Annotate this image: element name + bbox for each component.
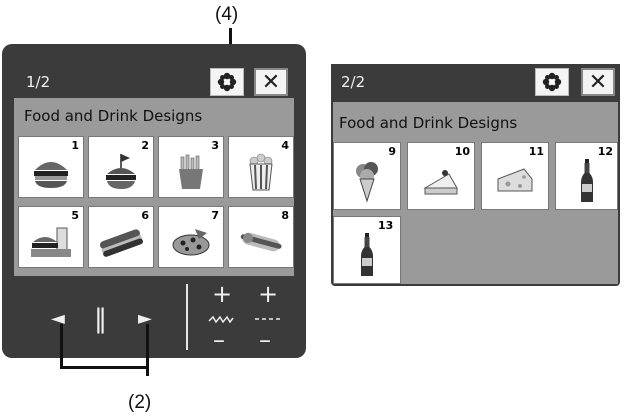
design-tile-4[interactable]: 4 <box>228 136 294 198</box>
pizza-icon <box>172 229 210 256</box>
design-tile-2[interactable]: 2 <box>88 136 154 198</box>
design-tile-7[interactable]: 7 <box>158 206 224 268</box>
dashed-stitch-icon <box>255 318 283 320</box>
design-tile-3[interactable]: 3 <box>158 136 224 198</box>
sub-sandwich-icon <box>99 229 143 257</box>
design-tile-1[interactable]: 1 <box>18 136 84 198</box>
pause-button[interactable]: ‖ <box>94 304 107 334</box>
close-button[interactable]: ✕ <box>254 68 288 96</box>
callout-leader-2-left <box>60 324 63 368</box>
flower-icon <box>217 72 237 92</box>
zigzag-stitch-icon <box>208 315 234 324</box>
title-bar: 2/2 ✕ <box>331 64 620 98</box>
callout-leader-2-right <box>146 324 149 368</box>
callout-leader-2-stem <box>146 366 149 376</box>
close-icon: ✕ <box>261 69 281 95</box>
design-tile-10[interactable]: 10 <box>407 142 475 210</box>
burger-flag-icon <box>106 154 136 189</box>
cake-slice-icon <box>423 170 458 195</box>
design-tile-9[interactable]: 9 <box>333 142 401 210</box>
bottle-icon <box>580 159 593 202</box>
category-title: Food and Drink Designs <box>339 114 518 132</box>
popcorn-icon <box>249 153 273 191</box>
callout-leader-2-base <box>60 366 149 369</box>
category-title: Food and Drink Designs <box>24 107 203 125</box>
design-tile-8[interactable]: 8 <box>228 206 294 268</box>
settings-button[interactable] <box>535 68 569 96</box>
callout-label-2: (2) <box>128 392 152 413</box>
settings-button[interactable] <box>210 68 244 96</box>
stitch-density-increase-button[interactable]: + <box>258 280 278 308</box>
bottle-icon <box>361 233 373 276</box>
hamburger-icon <box>34 162 68 188</box>
design-area: Food and Drink Designs 9 10 11 12 13 <box>333 102 618 284</box>
stitch-length-increase-button[interactable]: + <box>212 280 232 308</box>
stitch-density-decrease-button[interactable]: – <box>259 326 271 354</box>
callout-label-4: (4) <box>215 4 239 25</box>
controls-divider <box>186 284 188 350</box>
embroidery-panel-page-2: 2/2 ✕ Food and Drink Designs 9 10 11 12 … <box>331 64 620 286</box>
flower-icon <box>542 72 562 92</box>
design-area: Food and Drink Designs 1 2 3 4 5 6 7 8 <box>14 98 294 276</box>
fries-icon <box>179 154 203 189</box>
stitch-length-decrease-button[interactable]: – <box>213 326 225 354</box>
design-tile-12[interactable]: 12 <box>555 142 618 210</box>
title-bar: 1/2 ✕ <box>14 64 294 98</box>
hotdog-icon <box>240 232 282 252</box>
page-indicator: 1/2 <box>26 73 51 91</box>
close-button[interactable]: ✕ <box>581 68 615 96</box>
design-tile-11[interactable]: 11 <box>481 142 549 210</box>
next-button[interactable]: ► <box>138 308 152 329</box>
combo-meal-icon <box>31 227 71 257</box>
close-icon: ✕ <box>588 69 608 95</box>
design-tile-6[interactable]: 6 <box>88 206 154 268</box>
cheese-icon <box>497 168 533 192</box>
design-tile-13[interactable]: 13 <box>333 216 401 284</box>
embroidery-panel-page-1: 1/2 ✕ Food and Drink Designs 1 2 3 4 5 6… <box>2 44 306 358</box>
design-tile-5[interactable]: 5 <box>18 206 84 268</box>
page-indicator: 2/2 <box>341 73 366 91</box>
ice-cream-icon <box>356 162 378 203</box>
